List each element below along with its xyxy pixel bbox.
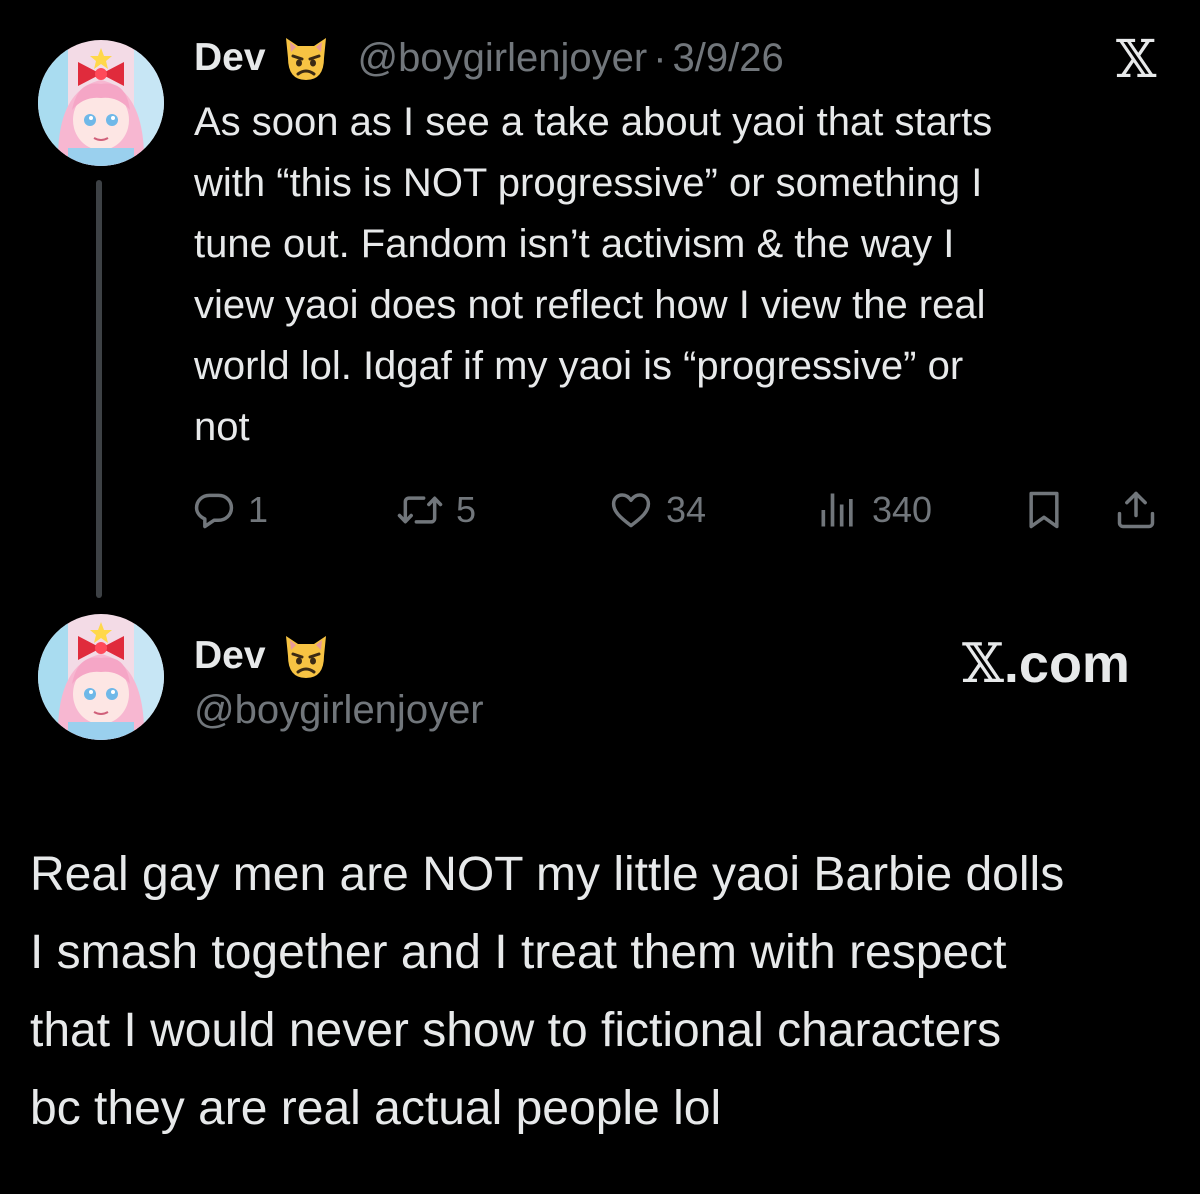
reply-count: 1 bbox=[248, 489, 269, 530]
like-button[interactable]: 34 bbox=[608, 478, 706, 542]
like-count: 34 bbox=[666, 489, 707, 530]
avatar[interactable] bbox=[38, 40, 164, 166]
share-icon bbox=[1117, 491, 1155, 529]
pouting-cat-face-icon bbox=[280, 630, 332, 682]
card-author-handle[interactable]: @boygirlenjoyer bbox=[194, 688, 484, 733]
avatar[interactable] bbox=[38, 614, 164, 740]
repost-icon bbox=[397, 496, 443, 524]
tweet-header: Dev @boygirlenjoyer · 3/9/26 bbox=[194, 28, 784, 88]
separator-dot: · bbox=[653, 35, 667, 80]
brand-suffix: .com bbox=[1003, 634, 1130, 694]
tweet-text: As soon as I see a take about yaoi that … bbox=[194, 100, 993, 449]
bookmark-button[interactable] bbox=[1022, 478, 1066, 542]
reply-button[interactable]: 1 bbox=[192, 478, 268, 542]
author-name[interactable]: Dev bbox=[194, 36, 266, 80]
bookmark-icon bbox=[1029, 491, 1059, 529]
views-count: 340 bbox=[872, 489, 933, 530]
x-logo-icon: 𝕏 bbox=[1116, 30, 1157, 90]
card-header: Dev bbox=[194, 626, 332, 686]
post-date[interactable]: 3/9/26 bbox=[673, 36, 784, 80]
repost-count: 5 bbox=[456, 489, 477, 530]
heart-icon bbox=[611, 493, 651, 528]
x-com-brand: 𝕏.com bbox=[962, 632, 1130, 695]
tweet-action-bar: 1 5 34 340 bbox=[0, 478, 1200, 542]
reply-icon bbox=[194, 493, 234, 529]
card-author-name[interactable]: Dev bbox=[194, 634, 266, 678]
x-logo-icon: 𝕏 bbox=[962, 632, 1004, 695]
card-text: Real gay men are NOT my little yaoi Barb… bbox=[30, 848, 1065, 1135]
repost-button[interactable]: 5 bbox=[396, 478, 476, 542]
share-button[interactable] bbox=[1114, 478, 1158, 542]
views-icon bbox=[821, 493, 853, 527]
views-button[interactable]: 340 bbox=[816, 478, 932, 542]
author-handle[interactable]: @boygirlenjoyer bbox=[358, 36, 648, 80]
pouting-cat-face-icon bbox=[280, 32, 332, 84]
